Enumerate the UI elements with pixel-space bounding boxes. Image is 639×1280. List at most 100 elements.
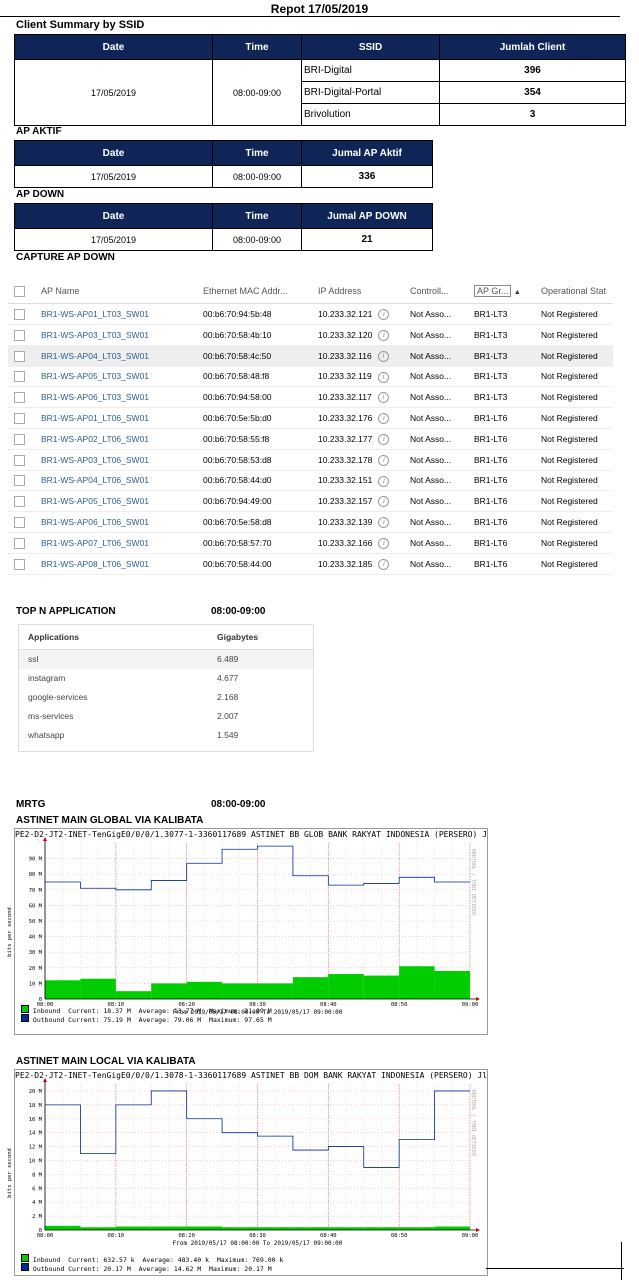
ap-name-link[interactable]: BR1-WS-AP03_LT06_SW01 [41,450,149,470]
row-checkbox[interactable] [14,454,25,466]
table-row[interactable]: BR1-WS-AP03_LT06_SW01 00:b6:70:58:53:d8 10… [8,450,613,471]
client-summary-heading: Client Summary by SSID [16,19,145,31]
info-icon[interactable]: i [378,309,390,321]
col-controller[interactable]: Controll... [410,279,449,303]
ap-name-link[interactable]: BR1-WS-AP08_LT06_SW01 [41,554,149,574]
row-checkbox[interactable] [14,475,25,487]
row-checkbox[interactable] [14,413,25,424]
info-icon[interactable]: i [378,330,390,342]
ap-controller: Not Asso... [410,475,452,486]
col-mac[interactable]: Ethernet MAC Addr... [203,279,288,303]
ap-ip: 10.233.32.139 [318,517,373,527]
ap-ip-cell: 10.233.32.157 i [318,491,390,511]
info-icon[interactable]: i [378,413,390,425]
table-row[interactable]: BR1-WS-AP05_LT03_SW01 00:b6:70:58:48:f8 10… [8,366,613,388]
table-row[interactable]: BR1-WS-AP05_LT06_SW01 00:b6:70:94:49:00 10… [8,491,613,513]
chart-svg: 02 M4 M6 M8 M10 M12 M14 M16 M18 M20 M08:… [29,1078,480,1247]
ap-name-link[interactable]: BR1-WS-AP01_LT03_SW01 [41,304,149,324]
col-status[interactable]: Operational Stat [541,279,613,303]
summary-date: 17/05/2019 [14,59,213,126]
info-icon[interactable]: i [378,538,390,550]
info-icon[interactable]: i [377,371,389,383]
y-axis-arrow [43,837,47,841]
info-icon[interactable]: i [377,350,389,362]
row-checkbox[interactable] [14,558,25,570]
row-checkbox[interactable] [14,329,25,341]
info-icon[interactable]: i [378,517,390,529]
ap-mac: 00:b6:70:5e:5b:d0 [203,413,272,423]
info-icon[interactable]: i [378,496,390,508]
ap-status: Not Registered [541,371,598,382]
ap-name-link[interactable]: BR1-WS-AP06_LT06_SW01 [41,512,149,532]
row-checkbox[interactable] [14,392,25,404]
ap-name-link[interactable]: BR1-WS-AP04_LT03_SW01 [41,346,149,366]
col-gigabytes: Gigabytes [217,632,259,642]
col-ap-down: Jumal AP DOWN [301,203,433,229]
inbound-area [434,970,470,999]
y-axis-label: bits per second [6,1148,13,1198]
info-icon[interactable]: i [378,475,390,487]
ap-name-link[interactable]: BR1-WS-AP02_LT06_SW01 [41,429,149,449]
ap-name-link[interactable]: BR1-WS-AP05_LT03_SW01 [41,366,149,386]
inbound-area [363,975,400,999]
table-row[interactable]: BR1-WS-AP04_LT06_SW01 00:b6:70:58:44:d0 10… [8,470,613,492]
table-row[interactable]: BR1-WS-AP03_LT03_SW01 00:b6:70:58:4b:10 10… [8,325,613,346]
info-icon[interactable]: i [377,392,389,404]
ap-ip: 10.233.32.116 [318,350,372,361]
row-checkbox[interactable] [14,371,25,383]
ap-down-value: 21 [301,228,433,251]
y-tick-label: 14 M [29,1131,43,1137]
x-tick-label: 08:30 [249,1233,266,1239]
table-row[interactable]: BR1-WS-AP01_LT03_SW01 00:b6:70:94:5b:48 10… [8,304,613,325]
ap-name-link[interactable]: BR1-WS-AP06_LT03_SW01 [41,387,149,407]
table-row[interactable]: BR1-WS-AP06_LT06_SW01 00:b6:70:5e:58:d8 10… [8,512,613,533]
ap-group: BR1-LT3 [474,350,508,361]
table-row[interactable]: BR1-WS-AP06_LT03_SW01 00:b6:70:94:58:00 10… [8,387,613,409]
ap-controller: Not Asso... [410,537,452,548]
chart-local-heading: ASTINET MAIN LOCAL VIA KALIBATA [16,1056,196,1067]
inbound-area [328,1227,364,1230]
row-checkbox[interactable] [14,309,25,320]
ap-name-link[interactable]: BR1-WS-AP07_LT06_SW01 [41,533,149,553]
row-checkbox[interactable] [14,496,25,508]
ap-status: Not Registered [541,537,598,548]
ap-group: BR1-LT3 [474,329,508,340]
col-ip[interactable]: IP Address [318,279,361,303]
col-ap-group[interactable]: AP Gr... ▲ [474,279,521,305]
select-all-checkbox[interactable] [14,286,25,297]
ap-status: Not Registered [541,329,598,340]
ap-mac: 00:b6:70:58:55:f8 [203,433,270,444]
table-row[interactable]: BR1-WS-AP02_LT06_SW01 00:b6:70:58:55:f8 10… [8,429,613,450]
row-checkbox[interactable] [14,517,25,528]
info-icon[interactable]: i [378,434,390,446]
app-gigabytes: 1.549 [217,730,239,740]
list-item: ssl 6.489 [19,650,313,669]
app-gigabytes: 2.007 [217,711,239,721]
ap-name-link[interactable]: BR1-WS-AP05_LT06_SW01 [41,491,149,511]
ap-status: Not Registered [541,392,598,403]
table-row[interactable]: BR1-WS-AP08_LT06_SW01 00:b6:70:58:44:00 10… [8,554,613,575]
ap-name-link[interactable]: BR1-WS-AP03_LT03_SW01 [41,325,149,345]
ap-status: Not Registered [541,496,598,507]
info-icon[interactable]: i [378,454,390,466]
ap-group: BR1-LT3 [474,392,508,403]
ap-name-link[interactable]: BR1-WS-AP01_LT06_SW01 [41,408,149,428]
y-tick-label: 80 M [29,872,43,878]
col-ap-name[interactable]: AP Name [41,279,79,303]
info-icon[interactable]: i [378,558,390,570]
inbound-area [186,981,223,999]
row-checkbox[interactable] [14,537,25,549]
row-checkbox[interactable] [14,433,25,445]
table-row[interactable]: BR1-WS-AP01_LT06_SW01 00:b6:70:5e:5b:d0 10… [8,408,613,429]
ap-status: Not Registered [541,558,598,569]
x-tick-label: 08:10 [108,1002,125,1008]
table-row[interactable]: BR1-WS-AP07_LT06_SW01 00:b6:70:58:57:70 10… [8,533,613,554]
row-checkbox[interactable] [14,350,25,362]
inbound-area [363,1227,400,1230]
ap-ip: 10.233.32.121 [318,309,373,319]
ap-mac: 00:b6:70:58:44:00 [203,558,272,569]
ap-name-link[interactable]: BR1-WS-AP04_LT06_SW01 [41,470,149,490]
table-row[interactable]: BR1-WS-AP04_LT03_SW01 00:b6:70:58:4c:50 10… [8,345,613,367]
chart-local: PE2-D2-JT2-INET-TenGigE0/0/0/1.3078-1-33… [7,1069,488,1276]
report-title: Repot 17/05/2019 [270,2,369,16]
